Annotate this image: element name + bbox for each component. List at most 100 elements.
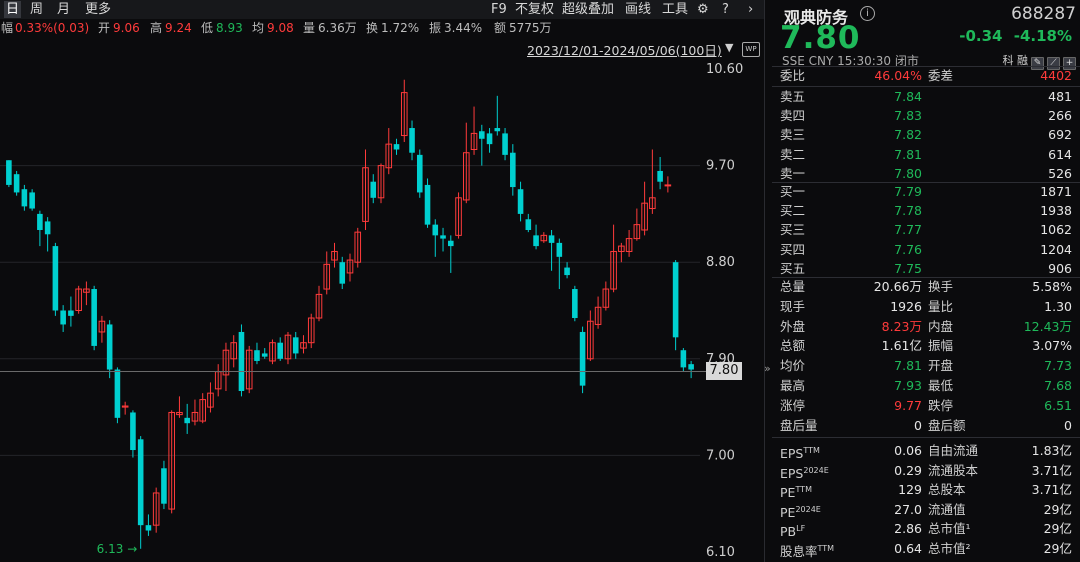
candle[interactable]	[44, 217, 51, 252]
candle[interactable]	[339, 256, 346, 290]
candle[interactable]	[261, 348, 268, 359]
candle[interactable]	[323, 251, 331, 295]
bid-row[interactable]: 买一 7.79 1871	[780, 182, 1076, 201]
candle[interactable]	[416, 149, 423, 198]
candle[interactable]	[75, 285, 82, 314]
stat-row[interactable]: 外盘 8.23万 内盘 12.43万	[780, 317, 1076, 336]
candle[interactable]	[594, 296, 602, 329]
stat-row[interactable]: 最高 7.93 最低 7.68	[780, 376, 1076, 395]
candle[interactable]	[672, 260, 679, 351]
candle[interactable]	[633, 208, 641, 241]
candle[interactable]	[83, 281, 90, 306]
candle[interactable]	[587, 310, 594, 361]
tab-weekly[interactable]: 周	[30, 1, 43, 18]
candle[interactable]	[176, 396, 183, 418]
candle[interactable]	[269, 339, 276, 365]
stat-row[interactable]: 涨停 9.77 跌停 6.51	[780, 396, 1076, 415]
candle[interactable]	[207, 382, 214, 413]
candle[interactable]	[191, 399, 199, 426]
candle[interactable]	[657, 157, 663, 190]
fundamental-row[interactable]: EPSTTM 0.06 自由流通 1.83亿	[780, 441, 1076, 461]
bid-row[interactable]: 买二 7.78 1938	[780, 201, 1076, 220]
candle[interactable]	[284, 331, 292, 365]
candle[interactable]	[548, 230, 555, 271]
bid-row[interactable]: 买五 7.75 906	[780, 259, 1076, 278]
fundamental-row[interactable]: PE2024E 27.0 流通值 29亿	[780, 500, 1076, 520]
candle[interactable]	[37, 210, 43, 247]
candle[interactable]	[68, 296, 74, 327]
candle[interactable]	[52, 242, 59, 316]
fundamental-row[interactable]: PBLF 2.86 总市值¹ 29亿	[780, 519, 1076, 539]
stat-row[interactable]: 盘后量 0 盘后额 0	[780, 416, 1076, 435]
candle[interactable]	[277, 337, 284, 361]
candle[interactable]	[222, 342, 230, 391]
candle[interactable]	[254, 342, 260, 365]
overlay-button[interactable]: 超级叠加	[562, 1, 614, 18]
candle[interactable]	[362, 149, 369, 231]
candle[interactable]	[409, 120, 415, 161]
chevron-right-icon[interactable]: ›	[748, 1, 753, 18]
candle[interactable]	[572, 285, 578, 322]
candle[interactable]	[106, 320, 113, 379]
candle[interactable]	[354, 227, 362, 268]
f9-button[interactable]: F9	[491, 1, 507, 18]
expand-arrow-icon[interactable]: »	[764, 362, 771, 375]
tab-daily[interactable]: 日	[4, 1, 22, 18]
candle[interactable]	[130, 410, 136, 458]
fundamental-row[interactable]: 股息率TTM 0.64 总市值² 29亿	[780, 539, 1076, 559]
ask-row[interactable]: 卖三 7.82 692	[780, 125, 1076, 144]
candle[interactable]	[664, 176, 672, 193]
candle[interactable]	[463, 122, 470, 204]
candle[interactable]	[641, 181, 648, 236]
help-icon[interactable]: ?	[722, 1, 729, 18]
candle[interactable]	[517, 181, 524, 222]
tab-monthly[interactable]: 月	[57, 1, 70, 18]
candle[interactable]	[377, 163, 385, 204]
candle[interactable]	[424, 178, 431, 228]
candle[interactable]	[602, 281, 610, 311]
candle[interactable]	[479, 124, 485, 166]
candle[interactable]	[145, 514, 152, 536]
candle[interactable]	[525, 213, 532, 233]
candle[interactable]	[245, 345, 253, 394]
candle[interactable]	[370, 174, 377, 204]
candle[interactable]	[432, 219, 439, 257]
stat-row[interactable]: 总额 1.61亿 振幅 3.07%	[780, 336, 1076, 355]
candle[interactable]	[680, 348, 687, 372]
candle[interactable]	[346, 253, 354, 282]
ask-row[interactable]: 卖五 7.84 481	[780, 87, 1076, 106]
candle[interactable]	[238, 324, 245, 397]
candle[interactable]	[29, 189, 35, 211]
tab-more[interactable]: 更多	[85, 1, 111, 18]
bid-row[interactable]: 买三 7.77 1062	[780, 220, 1076, 239]
candlestick-chart[interactable]: 10.609.708.807.907.006.106.13 →	[0, 58, 764, 562]
candle[interactable]	[300, 335, 307, 354]
caret-down-icon[interactable]: ▼	[725, 41, 733, 54]
candle[interactable]	[447, 235, 454, 273]
candle[interactable]	[13, 170, 20, 196]
candle[interactable]	[618, 242, 625, 263]
candle[interactable]	[114, 367, 121, 424]
stat-row[interactable]: 总量 20.66万 换手 5.58%	[780, 277, 1076, 296]
candle[interactable]	[331, 242, 338, 268]
draw-line-button[interactable]: 画线	[625, 1, 651, 18]
stat-row[interactable]: 现手 1926 量比 1.30	[780, 297, 1076, 316]
candle[interactable]	[161, 460, 167, 510]
candle[interactable]	[502, 128, 508, 161]
candle[interactable]	[385, 128, 393, 175]
candle[interactable]	[556, 238, 563, 290]
candle[interactable]	[564, 262, 570, 279]
bid-row[interactable]: 买四 7.76 1204	[780, 240, 1076, 259]
candle[interactable]	[137, 436, 144, 549]
candle[interactable]	[168, 410, 175, 514]
candle[interactable]	[610, 224, 617, 293]
candle[interactable]	[486, 128, 493, 153]
candle[interactable]	[152, 487, 160, 533]
candle[interactable]	[91, 285, 97, 351]
candle[interactable]	[184, 403, 190, 434]
candle[interactable]	[393, 138, 400, 155]
candle[interactable]	[6, 160, 12, 188]
no-adjust-button[interactable]: 不复权	[515, 1, 554, 18]
tools-button[interactable]: 工具	[662, 1, 688, 18]
candle[interactable]	[60, 305, 66, 332]
